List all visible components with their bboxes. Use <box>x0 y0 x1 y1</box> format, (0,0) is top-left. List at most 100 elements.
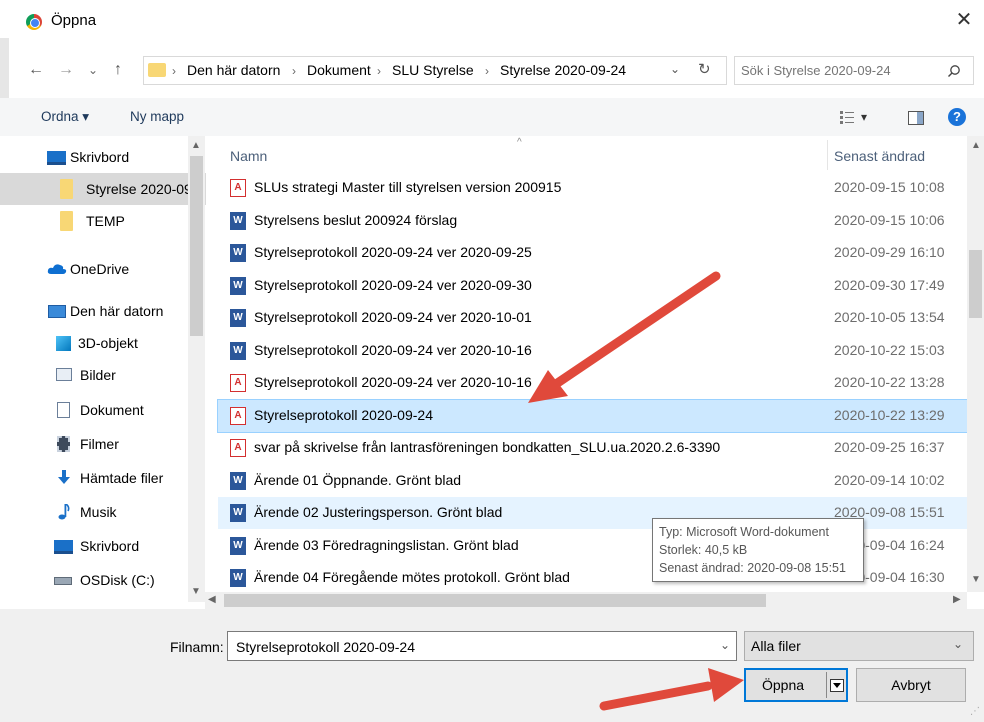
scroll-right-icon[interactable]: ▶ <box>953 594 961 605</box>
up-button[interactable]: ↑ <box>108 60 128 80</box>
scroll-left-icon[interactable]: ◀ <box>208 594 216 605</box>
breadcrumb-item[interactable]: Styrelse 2020-09-24 <box>500 62 626 78</box>
view-dropdown-icon[interactable]: ▾ <box>861 110 867 124</box>
file-row[interactable]: W Ärende 01 Öppnande. Grönt blad 2020-09-1… <box>218 465 967 497</box>
file-row[interactable]: W Styrelseprotokoll 2020-09-24 ver 2020-0… <box>218 270 967 302</box>
file-info-tooltip: Typ: Microsoft Word-dokument Storlek: 40… <box>652 518 864 582</box>
file-name: Ärende 03 Föredragningslistan. Grönt bla… <box>254 536 519 553</box>
chevron-down-icon[interactable]: ⌄ <box>720 638 730 652</box>
cancel-button[interactable]: Avbryt <box>856 668 966 702</box>
horizontal-scroll-thumb[interactable] <box>224 594 766 607</box>
file-row[interactable]: Asvar på skrivelse från lantrasföreninge… <box>218 432 967 464</box>
recent-locations-button[interactable]: ⌄ <box>86 60 100 80</box>
word-file-icon: W <box>230 536 246 555</box>
nav-item[interactable]: Den här datorn <box>0 295 206 327</box>
address-dropdown-icon[interactable]: ⌄ <box>670 62 680 76</box>
music-icon <box>58 504 70 520</box>
nav-scroll-thumb[interactable] <box>190 156 203 336</box>
file-row[interactable]: W Styrelsens beslut 200924 förslag 2020-09… <box>218 205 967 237</box>
scroll-up-icon[interactable]: ▲ <box>971 140 981 151</box>
scroll-up-icon[interactable]: ▲ <box>191 140 201 151</box>
pdf-file-icon: A <box>230 406 246 425</box>
nav-item[interactable]: Musik <box>0 496 206 528</box>
forward-button[interactable]: → <box>56 60 76 80</box>
file-row[interactable]: W Styrelseprotokoll 2020-09-24 ver 2020-0… <box>218 237 967 269</box>
document-icon <box>57 402 70 418</box>
filename-input[interactable] <box>234 638 704 656</box>
nav-item-selected[interactable]: Styrelse 2020-09- <box>0 173 206 205</box>
breadcrumb-item[interactable]: Dokument <box>307 62 371 78</box>
preview-pane-icon[interactable] <box>908 111 924 125</box>
file-name: Ärende 02 Justeringsperson. Grönt blad <box>254 504 503 520</box>
nav-scrollbar[interactable]: ▲ ▼ <box>188 136 205 602</box>
file-row[interactable]: A SLUs strategi Master till styrelsen ver… <box>218 172 967 204</box>
word-file-icon: W <box>230 569 246 587</box>
download-icon <box>58 470 70 484</box>
desktop-icon <box>54 540 73 554</box>
split-divider <box>826 672 827 698</box>
file-row[interactable]: A Styrelseprotokoll 2020-09-24 ver 2020-1… <box>218 367 967 399</box>
nav-item[interactable]: TEMP <box>0 205 206 237</box>
folder-icon <box>60 211 73 231</box>
new-folder-button[interactable]: Ny mapp <box>130 109 184 124</box>
file-row[interactable]: W Styrelseprotokoll 2020-09-24 ver 2020-1… <box>218 335 967 367</box>
scroll-down-icon[interactable]: ▼ <box>191 586 201 597</box>
pdf-file-icon: A <box>230 439 246 457</box>
organize-button[interactable]: Ordna ▾ <box>41 109 89 125</box>
word-file-icon: W <box>230 244 246 262</box>
nav-item[interactable]: Filmer <box>0 428 206 460</box>
file-date: 2020-10-22 13:29 <box>834 406 945 423</box>
nav-item[interactable]: Skrivbord <box>0 530 206 562</box>
file-date: 2020-09-30 17:49 <box>834 276 945 293</box>
nav-item[interactable]: OneDrive <box>0 253 206 285</box>
file-list-scroll-thumb[interactable] <box>969 250 982 318</box>
file-row[interactable]: A Styrelseprotokoll 2020-09-24 2020-10-22 … <box>217 398 968 433</box>
scroll-down-icon[interactable]: ▼ <box>971 574 981 585</box>
open-dropdown-button[interactable] <box>830 679 844 692</box>
filename-label: Filnamn: <box>170 639 224 655</box>
file-row[interactable]: W Styrelseprotokoll 2020-09-24 ver 2020-1… <box>218 302 967 334</box>
file-list-scrollbar[interactable]: ▲ ▼ <box>967 136 984 592</box>
file-name: Ärende 01 Öppnande. Grönt blad <box>254 471 462 488</box>
nav-item[interactable]: Bilder <box>0 359 206 391</box>
breadcrumb-separator: › <box>485 64 489 78</box>
navigation-pane[interactable]: Skrivbord Styrelse 2020-09- TEMP OneDriv… <box>0 136 210 617</box>
address-bar[interactable]: › Den här datorn › Dokument › SLU Styrel… <box>143 56 727 85</box>
search-icon[interactable] <box>947 64 961 78</box>
breadcrumb-item[interactable]: Den här datorn <box>187 62 280 78</box>
column-divider[interactable] <box>827 140 828 170</box>
column-header-name[interactable]: Namn <box>230 148 267 164</box>
breadcrumb-item[interactable]: SLU Styrelse <box>392 62 474 78</box>
tooltip-type: Typ: Microsoft Word-dokument <box>659 525 829 539</box>
resize-grip-icon[interactable]: ⋰ <box>970 706 980 717</box>
file-name: Styrelseprotokoll 2020-09-24 ver 2020-10… <box>254 374 532 390</box>
open-button[interactable]: Öppna <box>744 668 848 702</box>
nav-item[interactable]: Skrivbord <box>0 141 206 173</box>
chevron-down-icon[interactable]: ⌄ <box>953 637 963 651</box>
back-button[interactable]: ← <box>26 60 46 80</box>
view-options-icon[interactable] <box>839 110 855 124</box>
refresh-icon[interactable]: ↻ <box>698 60 711 78</box>
open-button-label: Öppna <box>762 677 805 693</box>
word-file-icon: W <box>230 504 246 522</box>
sort-indicator-icon: ^ <box>517 137 522 148</box>
file-name: Styrelseprotokoll 2020-09-24 <box>254 406 433 423</box>
filename-field[interactable]: ⌄ <box>227 631 737 661</box>
file-name: Styrelsens beslut 200924 förslag <box>254 211 458 228</box>
file-name: Styrelseprotokoll 2020-09-24 ver 2020-09… <box>254 276 532 293</box>
help-icon[interactable]: ? <box>948 108 966 126</box>
search-box[interactable] <box>734 56 974 85</box>
nav-item[interactable]: Dokument <box>0 394 206 426</box>
column-header-date[interactable]: Senast ändrad <box>834 148 925 164</box>
nav-item[interactable]: OSDisk (C:) <box>0 564 206 596</box>
nav-item[interactable]: 3D-objekt <box>0 327 206 359</box>
search-input[interactable] <box>739 60 939 81</box>
nav-item[interactable]: Hämtade filer <box>0 462 206 494</box>
file-type-filter[interactable]: Alla filer ⌄ <box>744 631 974 661</box>
pdf-file-icon: A <box>230 179 246 197</box>
file-name: Ärende 04 Föregående mötes protokoll. Gr… <box>254 569 570 585</box>
film-icon <box>57 436 70 452</box>
computer-icon <box>48 305 66 318</box>
file-date: 2020-09-25 16:37 <box>834 439 945 455</box>
close-button[interactable]: ✕ <box>952 8 976 32</box>
